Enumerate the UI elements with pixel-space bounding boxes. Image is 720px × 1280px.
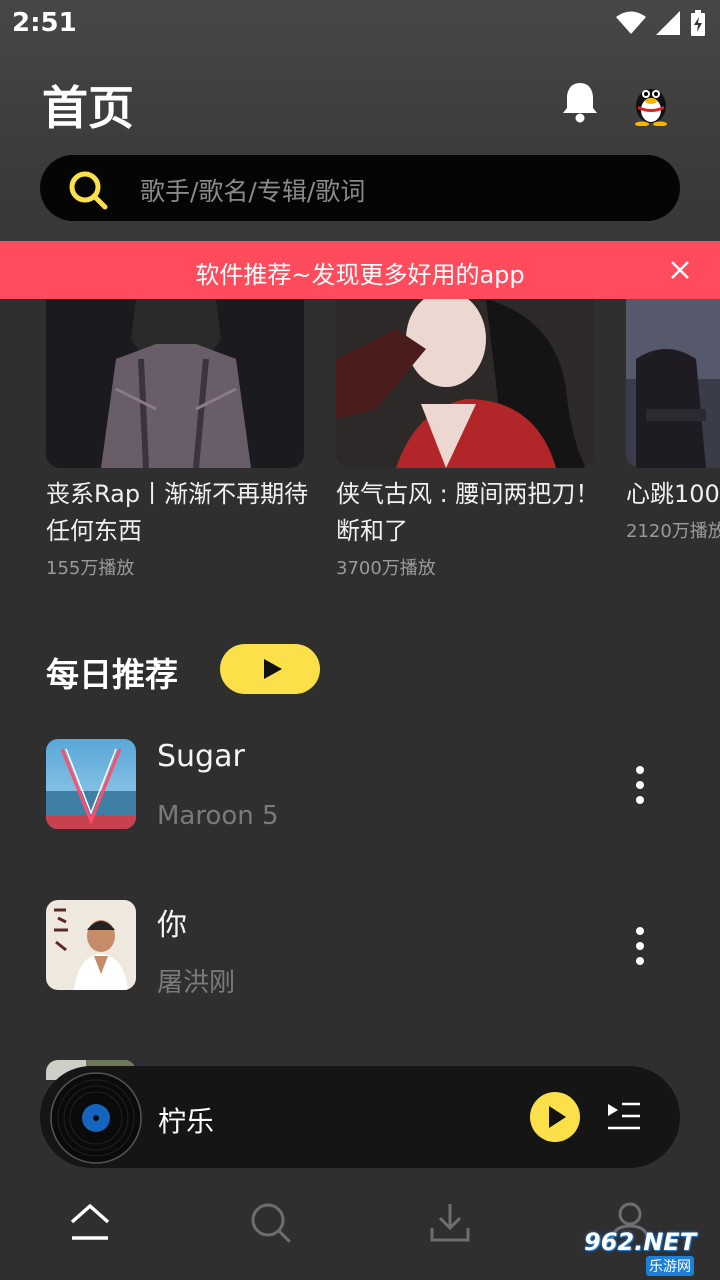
- search-icon: [69, 171, 108, 210]
- search-icon[interactable]: [248, 1200, 292, 1244]
- playlist-title: 丧系Rap丨渐渐不再期待任何东西: [46, 480, 309, 545]
- mini-player[interactable]: 柠乐: [40, 1066, 680, 1168]
- playlist-cover: [336, 299, 594, 468]
- playlist-cover: [626, 299, 720, 468]
- playlist-queue-icon[interactable]: [606, 1100, 642, 1132]
- promo-banner[interactable]: 软件推荐~发现更多好用的app: [0, 241, 720, 299]
- song-row[interactable]: Sugar Maroon 5: [0, 739, 720, 849]
- play-button[interactable]: [530, 1092, 580, 1142]
- watermark-subtitle: 乐游网: [646, 1256, 694, 1276]
- play-all-button[interactable]: [220, 644, 320, 694]
- playlist-cover: [46, 299, 304, 468]
- song-artist: Maroon 5: [157, 801, 279, 831]
- qq-avatar[interactable]: [628, 78, 674, 126]
- more-options-icon[interactable]: [626, 765, 654, 805]
- song-cover: [46, 900, 136, 990]
- playlist-card[interactable]: 心跳100个甜蜜惊 2120万播放: [626, 299, 720, 543]
- battery-icon: [691, 10, 705, 36]
- playlist-plays: 155万播放: [46, 558, 135, 579]
- playlist-card[interactable]: 丧系Rap丨渐渐不再期待任何东西 155万播放: [46, 299, 308, 580]
- notification-bell-icon[interactable]: [560, 80, 600, 124]
- playlist-carousel[interactable]: 丧系Rap丨渐渐不再期待任何东西 155万播放 侠气古风 : 腰间两把刀！断和了…: [0, 299, 720, 599]
- play-icon: [264, 659, 282, 679]
- download-icon[interactable]: [428, 1200, 472, 1244]
- playlist-plays: 2120万播放: [626, 521, 720, 542]
- status-bar: 2:51: [0, 0, 720, 50]
- playlist-title: 侠气古风 : 腰间两把刀！断和了: [336, 480, 600, 545]
- section-title: 每日推荐: [46, 655, 178, 694]
- playlist-plays: 3700万播放: [336, 558, 436, 579]
- watermark-logo: 962.NET: [584, 1228, 697, 1256]
- song-artist: 屠洪刚: [157, 968, 236, 998]
- home-icon[interactable]: [68, 1200, 112, 1244]
- wifi-icon: [616, 11, 646, 34]
- status-time: 2:51: [12, 8, 77, 38]
- search-bar[interactable]: 歌手/歌名/专辑/歌词: [40, 155, 680, 221]
- now-playing-title: 柠乐: [158, 1105, 215, 1138]
- cellular-signal-icon: [656, 11, 680, 35]
- vinyl-disc-icon: [50, 1072, 142, 1164]
- song-row[interactable]: 你 屠洪刚: [0, 900, 720, 1010]
- playlist-card[interactable]: 侠气古风 : 腰间两把刀！断和了 3700万播放: [336, 299, 599, 580]
- more-options-icon[interactable]: [626, 926, 654, 966]
- site-watermark: 962.NET 乐游网: [584, 1228, 714, 1276]
- status-icons: [616, 10, 706, 36]
- search-placeholder: 歌手/歌名/专辑/歌词: [140, 177, 366, 206]
- song-cover: [46, 739, 136, 829]
- song-title: 你: [157, 908, 187, 943]
- page-title: 首页: [42, 81, 134, 135]
- banner-text: 软件推荐~发现更多好用的app: [195, 261, 525, 289]
- song-title: Sugar: [157, 739, 245, 774]
- close-icon[interactable]: [668, 258, 692, 282]
- playlist-title: 心跳100个甜蜜惊: [626, 480, 720, 508]
